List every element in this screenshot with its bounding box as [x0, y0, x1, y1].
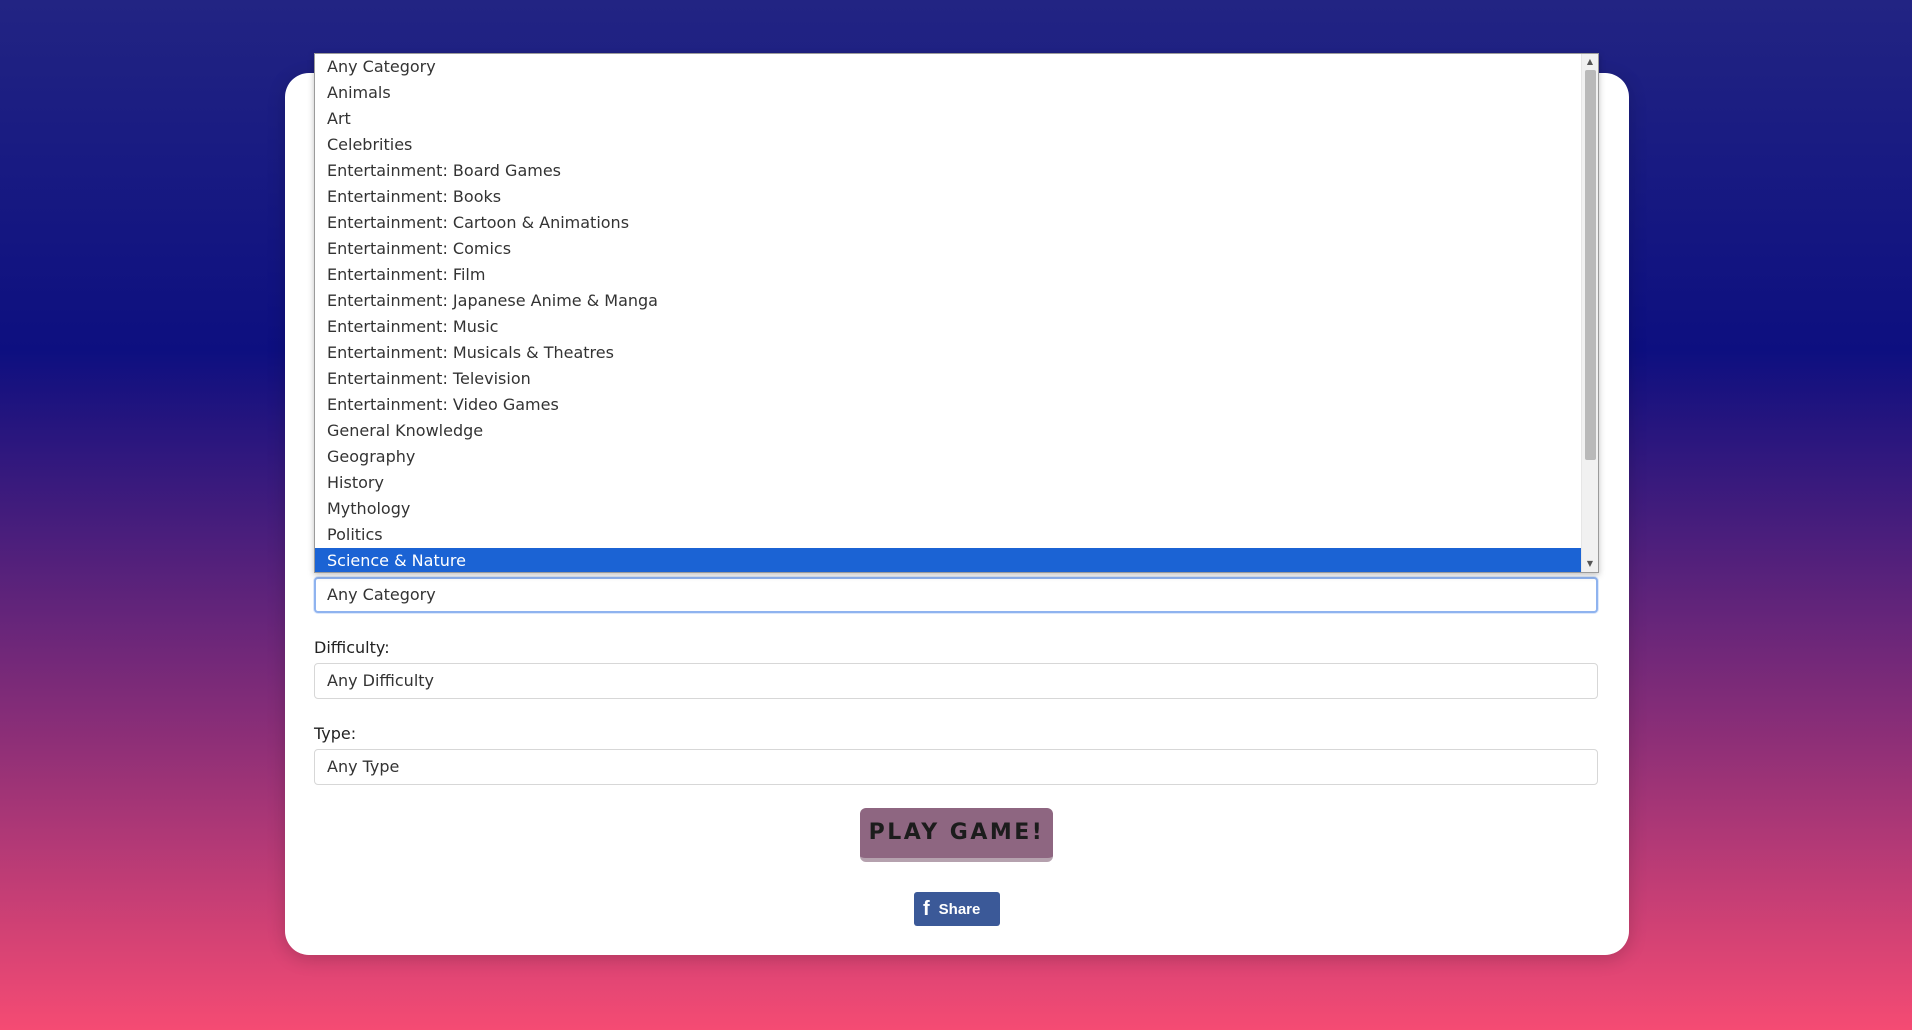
category-option[interactable]: History — [315, 470, 1581, 496]
category-option[interactable]: Entertainment: Comics — [315, 236, 1581, 262]
category-select[interactable]: Any Category — [314, 577, 1598, 613]
difficulty-select[interactable]: Any Difficulty — [314, 663, 1598, 699]
category-option[interactable]: Any Category — [315, 54, 1581, 80]
category-option[interactable]: Animals — [315, 80, 1581, 106]
category-option[interactable]: General Knowledge — [315, 418, 1581, 444]
category-option[interactable]: Geography — [315, 444, 1581, 470]
type-label: Type: — [314, 724, 357, 743]
category-option[interactable]: Entertainment: Books — [315, 184, 1581, 210]
dropdown-scrollbar[interactable]: ▲ ▼ — [1581, 54, 1598, 572]
category-options: Any Category Animals Art Celebrities Enterta… — [315, 54, 1581, 572]
category-option[interactable]: Entertainment: Cartoon & Animations — [315, 210, 1581, 236]
scroll-down-arrow-icon[interactable]: ▼ — [1582, 557, 1598, 571]
play-game-button[interactable]: PLAY GAME! — [860, 808, 1053, 862]
facebook-share-button[interactable]: f Share — [914, 892, 1000, 926]
scroll-up-arrow-icon[interactable]: ▲ — [1582, 55, 1598, 69]
category-option[interactable]: Entertainment: Board Games — [315, 158, 1581, 184]
facebook-f-icon: f — [923, 898, 930, 920]
category-option[interactable]: Celebrities — [315, 132, 1581, 158]
category-option[interactable]: Entertainment: Musicals & Theatres — [315, 340, 1581, 366]
category-dropdown-list[interactable]: Any Category Animals Art Celebrities Enterta… — [314, 53, 1599, 573]
category-option[interactable]: Entertainment: Japanese Anime & Manga — [315, 288, 1581, 314]
scroll-thumb[interactable] — [1585, 70, 1596, 460]
category-option[interactable]: Entertainment: Television — [315, 366, 1581, 392]
category-option[interactable]: Entertainment: Film — [315, 262, 1581, 288]
category-option[interactable]: Science & Nature — [315, 548, 1581, 572]
category-option[interactable]: Entertainment: Music — [315, 314, 1581, 340]
category-option[interactable]: Politics — [315, 522, 1581, 548]
category-option[interactable]: Mythology — [315, 496, 1581, 522]
category-option[interactable]: Art — [315, 106, 1581, 132]
type-select[interactable]: Any Type — [314, 749, 1598, 785]
category-select-value: Any Category — [327, 585, 436, 604]
share-label: Share — [938, 900, 981, 918]
difficulty-label: Difficulty: — [314, 638, 390, 657]
difficulty-select-value: Any Difficulty — [327, 671, 434, 690]
type-select-value: Any Type — [327, 757, 400, 776]
category-option[interactable]: Entertainment: Video Games — [315, 392, 1581, 418]
